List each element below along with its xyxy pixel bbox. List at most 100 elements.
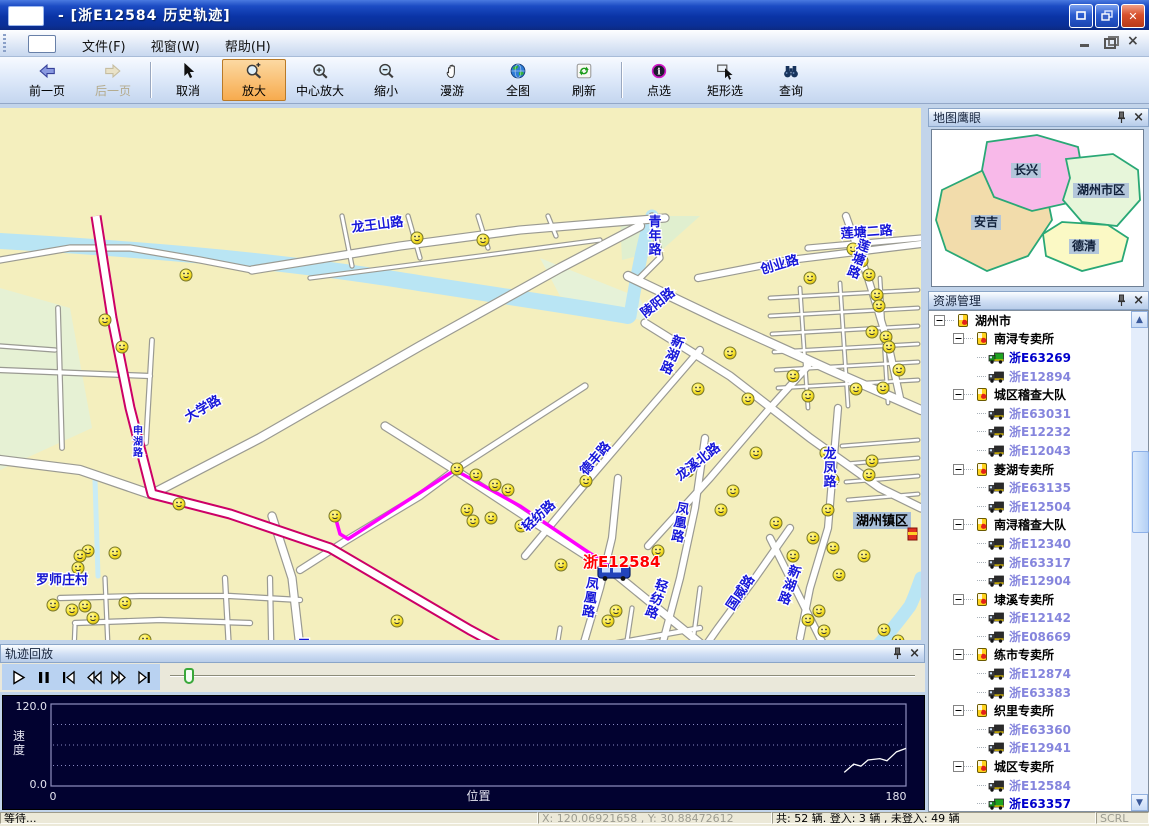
vehicle-marker-icon[interactable] [807,532,819,544]
tree-node-vehicle[interactable]: 浙E63135 [929,478,1148,497]
vehicle-marker-icon[interactable] [863,469,875,481]
vehicle-marker-icon[interactable] [878,624,890,636]
vehicle-marker-icon[interactable] [802,390,814,402]
zoom-in-button[interactable]: 放大 [222,59,286,101]
vehicle-marker-icon[interactable] [467,515,479,527]
vehicle-marker-icon[interactable] [555,559,567,571]
tree-node-vehicle[interactable]: 浙E12504 [929,497,1148,516]
vehicle-marker-icon[interactable] [116,341,128,353]
pan-button[interactable]: 漫游 [420,59,484,101]
collapse-toggle[interactable] [953,464,964,475]
vehicle-marker-icon[interactable] [742,393,754,405]
vehicle-marker-icon[interactable] [750,447,762,459]
tree-node-vehicle[interactable]: 浙E12340 [929,534,1148,553]
scroll-down-button[interactable]: ▼ [1131,794,1148,811]
collapse-toggle[interactable] [953,705,964,716]
playback-slider[interactable] [170,675,915,677]
tree-node-group[interactable]: 南浔稽查大队 [929,516,1148,535]
vehicle-marker-icon[interactable] [833,569,845,581]
vehicle-marker-icon[interactable] [66,604,78,616]
rect-select-button[interactable]: 矩形选 [693,59,757,101]
vehicle-marker-icon[interactable] [827,542,839,554]
vehicle-marker-icon[interactable] [863,269,875,281]
pin-icon[interactable] [1115,111,1128,124]
tree-node-vehicle[interactable]: 浙E63031 [929,404,1148,423]
collapse-toggle[interactable] [953,519,964,530]
vehicle-marker-icon[interactable] [873,300,885,312]
center-zoom-button[interactable]: 中心放大 [288,59,352,101]
vehicle-marker-icon[interactable] [813,605,825,617]
vehicle-marker-icon[interactable] [470,469,482,481]
vehicle-marker-icon[interactable] [329,510,341,522]
collapse-toggle[interactable] [953,389,964,400]
vehicle-marker-icon[interactable] [787,370,799,382]
tree-node-vehicle[interactable]: 浙E12232 [929,423,1148,442]
collapse-toggle[interactable] [953,333,964,344]
next-page-button[interactable]: 后一页 [81,59,145,101]
vehicle-marker-icon[interactable] [850,383,862,395]
close-icon[interactable]: × [909,648,920,659]
rewind-button[interactable] [83,667,105,687]
vehicle-marker-icon[interactable] [727,485,739,497]
vehicle-marker-icon[interactable] [877,382,889,394]
zoom-out-button[interactable]: 缩小 [354,59,418,101]
vehicle-marker-icon[interactable] [610,605,622,617]
pin-icon[interactable] [1115,294,1128,307]
vehicle-marker-icon[interactable] [87,612,99,624]
vehicle-marker-icon[interactable] [866,326,878,338]
vehicle-marker-icon[interactable] [411,232,423,244]
vehicle-marker-icon[interactable] [489,479,501,491]
mdi-child-icon[interactable] [28,35,56,53]
cancel-button[interactable]: 取消 [156,59,220,101]
tree-node-vehicle[interactable]: 浙E12874 [929,664,1148,683]
tree-node-group[interactable]: 练市专卖所 [929,646,1148,665]
vehicle-marker-icon[interactable] [109,547,121,559]
vehicle-marker-icon[interactable] [485,512,497,524]
vehicle-marker-icon[interactable] [871,289,883,301]
play-button[interactable] [8,667,30,687]
refresh-button[interactable]: 刷新 [552,59,616,101]
vehicle-marker-icon[interactable] [866,455,878,467]
tree-node-vehicle[interactable]: 浙E12142 [929,609,1148,628]
toolbar-grip[interactable] [3,34,6,52]
scrollbar-thumb[interactable] [1132,451,1149,533]
tree-node-group[interactable]: 织里专卖所 [929,701,1148,720]
vehicle-marker-icon[interactable] [99,314,111,326]
vehicle-marker-icon[interactable] [502,484,514,496]
vehicle-marker-icon[interactable] [74,550,86,562]
vehicle-marker-icon[interactable] [477,234,489,246]
vehicle-marker-icon[interactable] [180,269,192,281]
pause-button[interactable] [33,667,55,687]
vehicle-marker-icon[interactable] [818,625,830,637]
vehicle-marker-icon[interactable] [883,341,895,353]
vehicle-marker-icon[interactable] [139,634,151,640]
mdi-restore-icon[interactable] [1103,36,1117,48]
mdi-minimize-icon[interactable] [1079,36,1093,48]
vehicle-marker-icon[interactable] [770,517,782,529]
vehicle-marker-icon[interactable] [692,383,704,395]
vehicle-marker-icon[interactable] [822,504,834,516]
vehicle-marker-icon[interactable] [602,615,614,627]
tree-node-vehicle[interactable]: 浙E12904 [929,571,1148,590]
tree-node-vehicle[interactable]: 浙E63269 [929,348,1148,367]
skip-end-button[interactable] [133,667,155,687]
tree-node-group[interactable]: 菱湖专卖所 [929,460,1148,479]
tree-node-vehicle[interactable]: 浙E63317 [929,553,1148,572]
tree-node-vehicle[interactable]: 浙E08669 [929,627,1148,646]
full-map-button[interactable]: 全图 [486,59,550,101]
vehicle-marker-icon[interactable] [461,504,473,516]
tree-node-group[interactable]: 埭溪专卖所 [929,590,1148,609]
tree-node-group[interactable]: 城区专卖所 [929,757,1148,776]
title-bar[interactable]: - [浙E12584 历史轨迹] ✕ [0,0,1149,30]
vehicle-marker-icon[interactable] [787,550,799,562]
mdi-close-icon[interactable]: × [1127,36,1141,48]
tree-node-vehicle[interactable]: 浙E12584 [929,776,1148,795]
vehicle-marker-icon[interactable] [724,347,736,359]
menu-window[interactable]: 视窗(W) [141,34,210,57]
restore-button[interactable] [1095,4,1119,28]
scroll-up-button[interactable]: ▲ [1131,311,1148,328]
vehicle-marker-icon[interactable] [804,272,816,284]
close-icon[interactable]: × [1133,295,1144,306]
vehicle-marker-icon[interactable] [802,614,814,626]
map-canvas[interactable]: 龙王山路青年路莲塘二路创业路莲塘路陵阳路新湖路大学路申湖路德丰路龙溪北路龙凤路轻… [0,108,921,640]
